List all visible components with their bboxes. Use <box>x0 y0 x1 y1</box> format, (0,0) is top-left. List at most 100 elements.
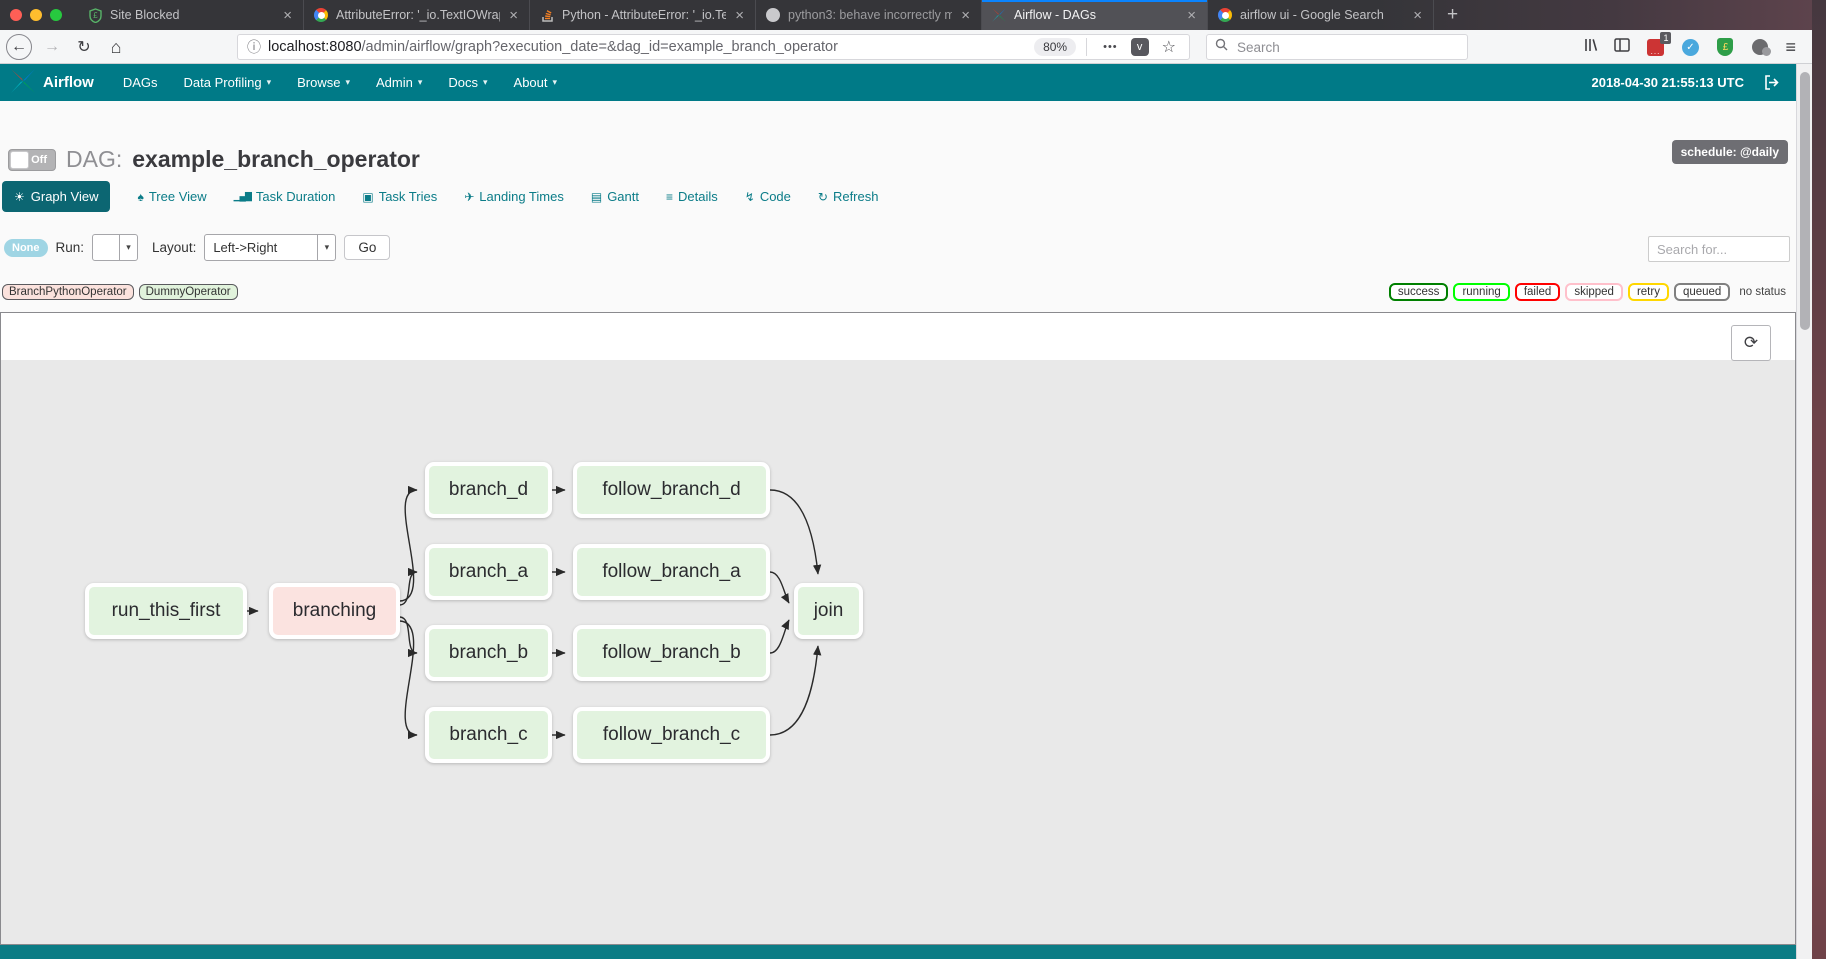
new-tab-button[interactable]: + <box>1434 0 1471 30</box>
chevron-down-icon: ▾ <box>317 235 335 260</box>
go-button[interactable]: Go <box>344 235 390 260</box>
library-icon[interactable] <box>1583 37 1599 58</box>
bookmark-star-icon[interactable]: ☆ <box>1162 37 1176 57</box>
nav-item-docs[interactable]: Docs▾ <box>435 64 500 101</box>
nav-item-data-profiling[interactable]: Data Profiling▾ <box>171 64 285 101</box>
details-button[interactable]: ≡ Details <box>666 189 718 204</box>
nav-item-about[interactable]: About▾ <box>501 64 571 101</box>
status-badge-failed: failed <box>1515 283 1561 301</box>
browser-search-bar[interactable] <box>1206 34 1468 60</box>
task-node-follow_branch_d[interactable]: follow_branch_d <box>573 462 770 518</box>
utc-clock: 2018-04-30 21:55:13 UTC <box>1592 75 1744 90</box>
tab-close-icon[interactable]: × <box>1185 7 1198 24</box>
run-state-badge: None <box>4 239 48 257</box>
tab-python3-behave[interactable]: python3: behave incorrectly mo × <box>756 0 982 30</box>
airflow-brand[interactable]: Airflow <box>10 68 94 98</box>
minimize-window-button[interactable] <box>30 9 42 21</box>
task-node-follow_branch_c[interactable]: follow_branch_c <box>573 707 770 763</box>
refresh-button[interactable]: ↻ Refresh <box>818 189 879 204</box>
tab-close-icon[interactable]: × <box>733 7 746 24</box>
task-node-follow_branch_b[interactable]: follow_branch_b <box>573 625 770 681</box>
tab-title: python3: behave incorrectly mo <box>788 8 952 22</box>
stackoverflow-favicon-icon <box>539 7 555 23</box>
task-node-branch_d[interactable]: branch_d <box>425 462 552 518</box>
layout-select[interactable]: Left->Right ▾ <box>204 234 336 261</box>
tab-python-attributeerror[interactable]: Python - AttributeError: '_io.Tex × <box>530 0 756 30</box>
site-info-icon[interactable]: ⓘ <box>247 37 261 57</box>
nav-item-dags[interactable]: DAGs <box>110 64 171 101</box>
tab-title: AttributeError: '_io.TextIOWrapp <box>336 8 500 22</box>
chevron-down-icon: ▾ <box>267 77 272 88</box>
graph-refresh-button[interactable]: ⟳ <box>1731 325 1771 361</box>
status-badge-retry: retry <box>1628 283 1669 301</box>
run-select[interactable]: ▾ <box>92 234 138 261</box>
landing-times-button[interactable]: ✈ Landing Times <box>464 189 564 204</box>
chevron-down-icon: ▾ <box>119 235 137 260</box>
url-text[interactable]: localhost:8080/admin/airflow/graph?execu… <box>268 39 1034 55</box>
blue-extension-icon[interactable]: ✓ <box>1680 37 1700 57</box>
home-button[interactable]: ⌂ <box>104 34 128 60</box>
zoom-window-button[interactable] <box>50 9 62 21</box>
graph-panel: ⟳ run_this_first branching branch_d foll… <box>0 312 1796 945</box>
browser-search-input[interactable] <box>1235 39 1459 56</box>
task-search-input[interactable] <box>1648 236 1790 262</box>
graph-controls-row: None Run: ▾ Layout: Left->Right ▾ Go <box>4 234 390 261</box>
url-domain: localhost:8080 <box>268 39 362 55</box>
menu-hamburger-icon[interactable]: ≡ <box>1785 37 1796 58</box>
reload-button[interactable]: ↻ <box>72 34 96 60</box>
tab-close-icon[interactable]: × <box>507 7 520 24</box>
task-tries-button[interactable]: ▣ Task Tries <box>362 189 437 204</box>
operator-legend: BranchPythonOperator DummyOperator <box>2 284 238 300</box>
task-node-branch_c[interactable]: branch_c <box>425 707 552 763</box>
chevron-down-icon: ▾ <box>345 77 350 88</box>
adblock-extension-icon[interactable]: ... 1 <box>1645 37 1665 57</box>
back-button[interactable]: ← <box>6 34 32 60</box>
tab-close-icon[interactable]: × <box>281 7 294 24</box>
status-label-no-status: no status <box>1735 285 1790 299</box>
macos-traffic-lights <box>0 0 78 30</box>
task-node-join[interactable]: join <box>794 583 863 639</box>
tab-airflow-ui-search[interactable]: airflow ui - Google Search × <box>1208 0 1434 30</box>
list-icon: ≡ <box>666 190 673 204</box>
close-window-button[interactable] <box>10 9 22 21</box>
sidebar-toggle-icon[interactable] <box>1614 38 1630 57</box>
logout-icon[interactable] <box>1764 75 1780 90</box>
task-duration-button[interactable]: ▁▄▇ Task Duration <box>234 189 336 204</box>
pocket-icon[interactable]: v <box>1131 38 1149 56</box>
task-node-branching[interactable]: branching <box>269 583 400 639</box>
forward-button[interactable]: → <box>40 34 64 60</box>
tab-airflow-dags[interactable]: Airflow - DAGs × <box>982 0 1208 30</box>
page-scrollbar[interactable] <box>1796 64 1812 959</box>
task-node-follow_branch_a[interactable]: follow_branch_a <box>573 544 770 600</box>
code-button[interactable]: ↯ Code <box>745 189 791 204</box>
nav-item-browse[interactable]: Browse▾ <box>284 64 363 101</box>
tab-attributeerror[interactable]: AttributeError: '_io.TextIOWrapp × <box>304 0 530 30</box>
chevron-down-icon: ▾ <box>418 77 423 88</box>
google-favicon-icon <box>1217 7 1233 23</box>
scrollbar-thumb[interactable] <box>1800 72 1810 330</box>
browser-toolbar: ← → ↻ ⌂ ⓘ localhost:8080/admin/airflow/g… <box>0 30 1812 64</box>
tab-site-blocked[interactable]: £ Site Blocked × <box>78 0 304 30</box>
dag-name: example_branch_operator <box>132 146 420 173</box>
gantt-button[interactable]: ▤ Gantt <box>591 189 639 204</box>
graph-view-button[interactable]: ☀ Graph View <box>2 181 110 212</box>
tab-close-icon[interactable]: × <box>959 7 972 24</box>
task-node-run_this_first[interactable]: run_this_first <box>85 583 247 639</box>
task-node-branch_b[interactable]: branch_b <box>425 625 552 681</box>
github-favicon-icon <box>765 7 781 23</box>
dag-pause-toggle[interactable]: Off <box>8 149 56 171</box>
privacy-shield-extension-icon[interactable]: £ <box>1715 37 1735 57</box>
graph-canvas[interactable] <box>1 360 1795 944</box>
task-node-branch_a[interactable]: branch_a <box>425 544 552 600</box>
ghostery-extension-icon[interactable] <box>1750 37 1770 57</box>
chevron-down-icon: ▾ <box>483 77 488 88</box>
url-bar[interactable]: ⓘ localhost:8080/admin/airflow/graph?exe… <box>237 34 1190 60</box>
adblock-badge: 1 <box>1660 32 1671 44</box>
zoom-level-pill[interactable]: 80% <box>1034 38 1076 56</box>
tab-title: Site Blocked <box>110 8 274 22</box>
page-actions-icon[interactable]: ••• <box>1103 41 1118 53</box>
nav-item-admin[interactable]: Admin▾ <box>363 64 435 101</box>
tree-view-button[interactable]: ♠ Tree View <box>137 189 206 204</box>
tab-close-icon[interactable]: × <box>1411 7 1424 24</box>
schedule-badge: schedule: @daily <box>1672 140 1788 164</box>
